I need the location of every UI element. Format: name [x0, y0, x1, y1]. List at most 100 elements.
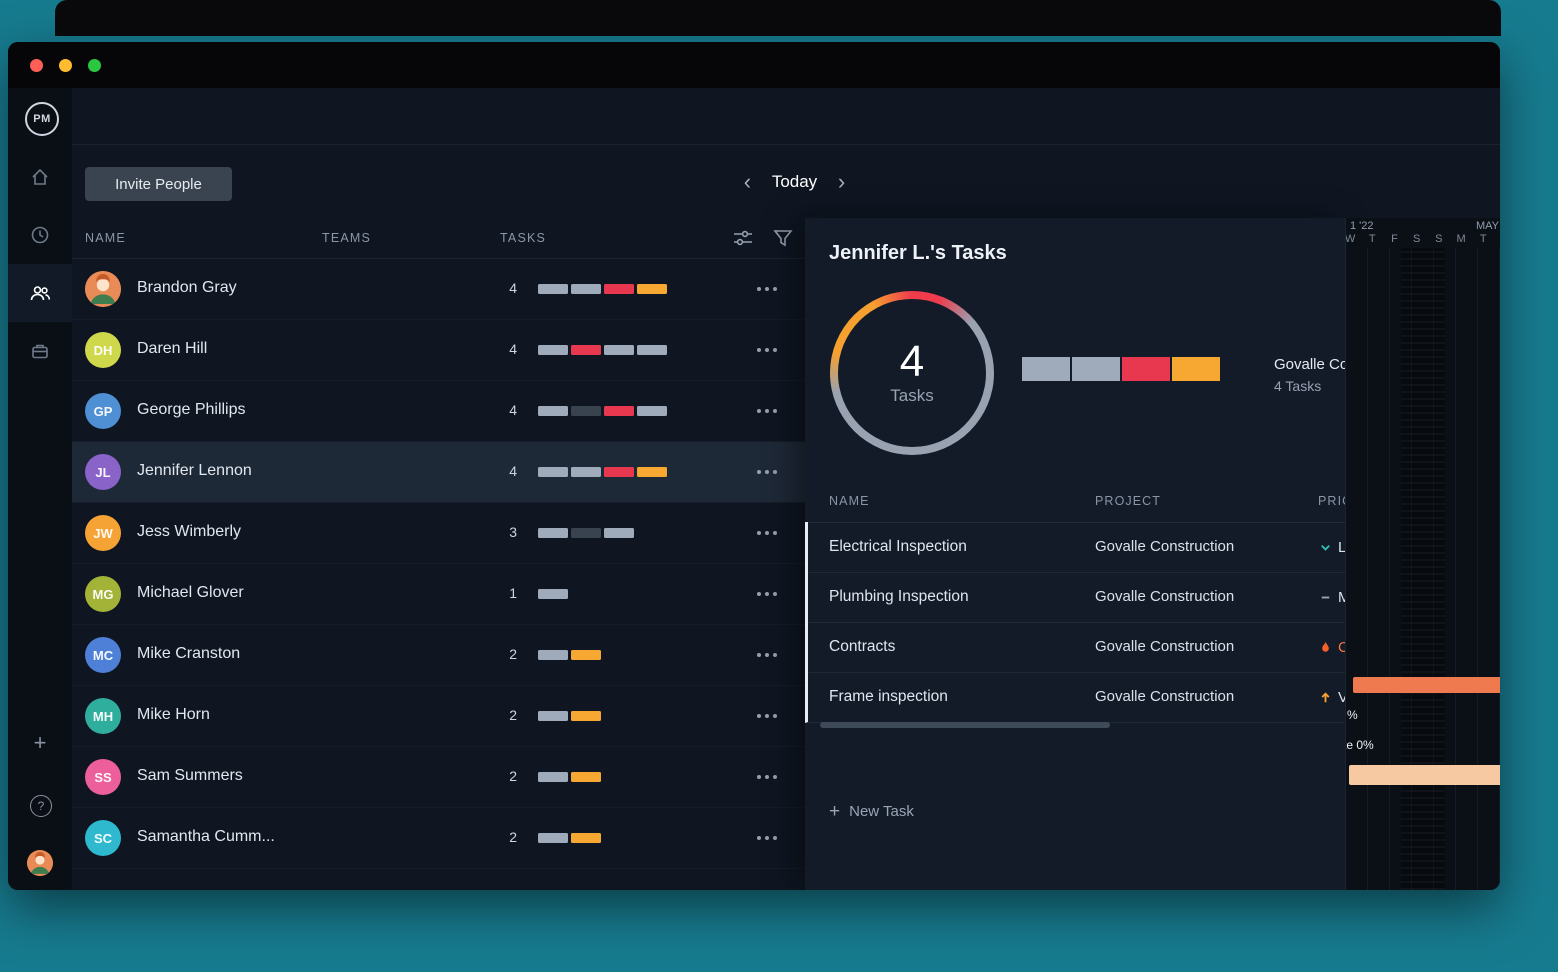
- dot-icon: [773, 714, 777, 718]
- dot-icon: [757, 836, 761, 840]
- priority-label: Medium: [1338, 589, 1345, 606]
- row-menu-button[interactable]: [745, 338, 789, 362]
- table-row[interactable]: MC Mike Cranston 2: [72, 625, 805, 686]
- row-menu-button[interactable]: [745, 704, 789, 728]
- next-day-button[interactable]: ›: [834, 169, 849, 194]
- background-window-strip: [55, 0, 1501, 36]
- dot-icon: [765, 775, 769, 779]
- panel-title: Jennifer L.'s Tasks: [829, 242, 1007, 265]
- dot-icon: [773, 287, 777, 291]
- day-letter: W: [1345, 233, 1361, 245]
- row-menu-button[interactable]: [745, 460, 789, 484]
- day-letter: S: [1406, 233, 1428, 245]
- dot-icon: [757, 287, 761, 291]
- task-status-bar: [538, 650, 601, 660]
- sidebar-item-home[interactable]: [8, 148, 72, 206]
- table-row[interactable]: JW Jess Wimberly 3: [72, 503, 805, 564]
- task-row[interactable]: Frame inspection Govalle Construction Ve…: [805, 672, 1345, 723]
- sidebar-item-time[interactable]: [8, 206, 72, 264]
- new-task-button[interactable]: + New Task: [829, 803, 914, 820]
- tasks-donut-chart: 4 Tasks: [830, 291, 994, 455]
- task-name: Plumbing Inspection: [829, 588, 969, 606]
- briefcase-icon: [30, 341, 50, 361]
- funnel-icon: [771, 226, 795, 250]
- row-menu-button[interactable]: [745, 277, 789, 301]
- dot-icon: [765, 409, 769, 413]
- table-row[interactable]: Brandon Gray 4: [72, 259, 805, 320]
- table-row[interactable]: MG Michael Glover 1: [72, 564, 805, 625]
- horizontal-scrollbar[interactable]: [820, 722, 1110, 728]
- task-count: 2: [497, 646, 517, 662]
- row-menu-button[interactable]: [745, 826, 789, 850]
- table-row[interactable]: DH Daren Hill 4: [72, 320, 805, 381]
- team-rows: Brandon Gray 4 DH Daren Hill 4 GP George…: [72, 259, 805, 869]
- filter-settings-button[interactable]: [731, 226, 755, 250]
- task-row[interactable]: Contracts Govalle Construction Critical: [805, 622, 1345, 673]
- gantt-bar[interactable]: [1349, 765, 1500, 785]
- avatar: MH: [85, 698, 121, 734]
- table-row[interactable]: JL Jennifer Lennon 4: [72, 442, 805, 503]
- zoom-button[interactable]: [88, 59, 101, 72]
- avatar: DH: [85, 332, 121, 368]
- summary-task-count: 4 Tasks: [1274, 378, 1321, 394]
- task-project: Govalle Construction: [1095, 538, 1234, 555]
- add-button[interactable]: +: [8, 729, 72, 757]
- app-logo[interactable]: PM: [25, 102, 59, 136]
- donut-center-text: 4 Tasks: [830, 291, 994, 455]
- gantt-bar[interactable]: [1353, 677, 1500, 693]
- task-row[interactable]: Electrical Inspection Govalle Constructi…: [805, 522, 1345, 573]
- people-icon: [30, 283, 51, 303]
- task-name: Electrical Inspection: [829, 538, 967, 556]
- prev-day-button[interactable]: ‹: [740, 169, 755, 194]
- help-button[interactable]: ?: [30, 795, 52, 817]
- minimize-button[interactable]: [59, 59, 72, 72]
- task-status-bar: [538, 833, 601, 843]
- task-status-bar: [538, 589, 568, 599]
- task-row[interactable]: Plumbing Inspection Govalle Construction…: [805, 572, 1345, 623]
- sidebar: PM +: [8, 88, 72, 890]
- user-avatar[interactable]: [27, 850, 53, 876]
- dot-icon: [757, 348, 761, 352]
- column-header-tasks: TASKS: [500, 231, 546, 245]
- table-row[interactable]: GP George Phillips 4: [72, 381, 805, 442]
- row-menu-button[interactable]: [745, 582, 789, 606]
- table-row[interactable]: SS Sam Summers 2: [72, 747, 805, 808]
- task-count: 2: [497, 768, 517, 784]
- gantt-month-label: MAY: [1476, 220, 1499, 232]
- top-band: [72, 88, 1500, 145]
- task-name: Contracts: [829, 638, 895, 656]
- task-count: 4: [497, 463, 517, 479]
- dot-icon: [773, 409, 777, 413]
- today-label: Today: [772, 172, 817, 191]
- dot-icon: [765, 592, 769, 596]
- dot-icon: [765, 714, 769, 718]
- task-count: 4: [497, 402, 517, 418]
- dot-icon: [773, 470, 777, 474]
- sidebar-item-team[interactable]: [8, 264, 72, 322]
- row-menu-button[interactable]: [745, 643, 789, 667]
- task-status-bar: [538, 284, 667, 294]
- table-row[interactable]: MH Mike Horn 2: [72, 686, 805, 747]
- dot-icon: [773, 592, 777, 596]
- dot-icon: [773, 653, 777, 657]
- filter-button[interactable]: [771, 226, 795, 250]
- day-letter: T: [1361, 233, 1383, 245]
- row-menu-button[interactable]: [745, 399, 789, 423]
- dot-icon: [773, 348, 777, 352]
- close-button[interactable]: [30, 59, 43, 72]
- day-letter: M: [1450, 233, 1472, 245]
- task-count: 3: [497, 524, 517, 540]
- task-name: Frame inspection: [829, 688, 948, 706]
- table-row[interactable]: SC Samantha Cumm... 2: [72, 808, 805, 869]
- row-menu-button[interactable]: [745, 765, 789, 789]
- sidebar-item-portfolio[interactable]: [8, 322, 72, 380]
- avatar: MG: [85, 576, 121, 612]
- priority-label: Critical: [1338, 639, 1345, 656]
- dot-icon: [765, 653, 769, 657]
- dot-icon: [765, 470, 769, 474]
- task-status-bar: [538, 406, 667, 416]
- avatar: SC: [85, 820, 121, 856]
- row-menu-button[interactable]: [745, 521, 789, 545]
- person-face-icon: [27, 850, 53, 876]
- date-navigation: ‹ Today ›: [89, 172, 1500, 192]
